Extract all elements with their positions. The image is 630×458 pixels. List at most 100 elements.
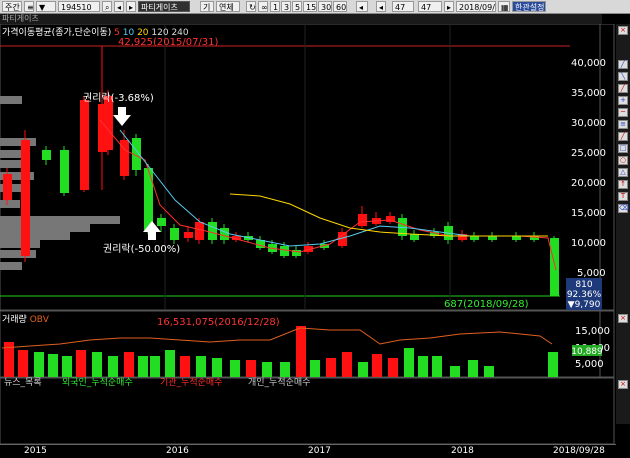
chart-window: 주간 ≡ ▼ 194510 ⌕ ◂ ▸ 파티게이츠 기 연체 ↻ ∞ 1 3 5… xyxy=(0,0,630,458)
candle-body xyxy=(104,96,113,150)
volume-bar xyxy=(450,366,460,377)
eraser-tool-icon[interactable]: ⌫ xyxy=(618,204,629,213)
view-count-field[interactable]: 47 xyxy=(418,1,442,12)
rights-annotation-1: 권리락(-3.68%) xyxy=(83,92,154,104)
price-tick: 15,000 xyxy=(571,208,606,219)
x-axis: 2015 2016 2017 2018 2018/09/28 xyxy=(0,444,616,458)
price-tick: 10,000 xyxy=(571,238,606,249)
line-tool-icon[interactable]: ╱ xyxy=(618,60,628,69)
tab-news[interactable]: 뉴스_목록 xyxy=(2,378,44,389)
candle-body xyxy=(184,232,193,238)
interval-1-button[interactable]: 1 xyxy=(270,1,280,12)
chart-type-select[interactable]: ▼ xyxy=(36,1,56,12)
pane-close-icon[interactable]: × xyxy=(618,26,628,35)
volume-bar xyxy=(108,356,118,377)
profile-bar xyxy=(0,232,70,240)
tab-individual[interactable]: 개인_누적순매수 xyxy=(246,378,312,389)
triangle-tool-icon[interactable]: △ xyxy=(618,168,628,177)
candle-body xyxy=(220,228,229,240)
volume-bar xyxy=(432,356,442,377)
x-tick: 2016 xyxy=(166,446,189,456)
continuous-button[interactable]: 연체 xyxy=(216,1,240,12)
price-tick: 25,000 xyxy=(571,148,606,159)
profile-bar xyxy=(0,262,22,270)
price-pane: 42,925(2015/07/31) 권리락(-3.68%) 권리락(-50.0… xyxy=(0,24,615,311)
volume-bar xyxy=(418,356,428,377)
price-tick: 40,000 xyxy=(571,58,606,69)
tab-institution[interactable]: 기관_누적순매수 xyxy=(158,378,224,389)
low-label: 687(2018/09/28) xyxy=(444,299,529,310)
price-pane-title: 가격이동평균(종가,단순이동) 5 10 20 120 240 xyxy=(2,25,189,38)
volume-pane: 16,531,075(2016/12/28) 15,000 10,000 5,0… xyxy=(0,310,615,378)
profile-bar xyxy=(0,96,22,104)
x-tick: 2015 xyxy=(24,446,47,456)
interval-60-button[interactable]: 60 xyxy=(333,1,347,12)
obv-legend: OBV xyxy=(29,315,49,325)
candle-body xyxy=(550,238,559,296)
search-icon[interactable]: ⌕ xyxy=(102,1,112,12)
volume-bar xyxy=(342,352,352,377)
volume-bar xyxy=(212,358,222,377)
ma20-legend: 20 xyxy=(137,28,149,38)
link-icon[interactable]: ∞ xyxy=(258,1,268,12)
prev-icon[interactable]: ◂ xyxy=(114,1,124,12)
hline-tool-icon[interactable]: ─ xyxy=(618,108,628,117)
x-tick: 2018 xyxy=(451,446,474,456)
rect-tool-icon[interactable]: □ xyxy=(618,144,628,153)
stock-code-input[interactable]: 194510 xyxy=(58,1,100,12)
period-select[interactable]: 주간 xyxy=(2,1,22,12)
ma10-legend: 10 xyxy=(122,28,135,38)
cross-tool-icon[interactable]: + xyxy=(618,96,628,105)
ma5-legend: 5 xyxy=(114,28,120,38)
candle-body xyxy=(470,236,479,240)
scroll-right-icon[interactable]: ▸ xyxy=(444,1,454,12)
channel-tool-icon[interactable]: ╱ xyxy=(618,132,628,141)
text-tool-icon[interactable]: T xyxy=(618,192,628,201)
volume-bar xyxy=(246,360,256,377)
drawing-toolbar: × ╱ ╲ ╱ + ─ ≡ ╱ □ ○ △ ↑ T ⌫ × × xyxy=(616,24,630,424)
volume-bar xyxy=(76,350,86,377)
profile-bar xyxy=(0,250,36,258)
high-label: 42,925(2015/07/31) xyxy=(118,37,219,48)
next-icon[interactable]: ▸ xyxy=(126,1,136,12)
detail-button[interactable]: 기 xyxy=(200,1,214,12)
arrow-tool-icon[interactable]: ↑ xyxy=(618,180,628,189)
volume-bar xyxy=(388,358,398,377)
interval-30-button[interactable]: 30 xyxy=(318,1,332,12)
zoom-out-icon[interactable]: ◂ xyxy=(356,1,368,12)
fib-tool-icon[interactable]: ≡ xyxy=(618,120,628,129)
trend-tool-icon[interactable]: ╲ xyxy=(618,72,628,81)
candle-body xyxy=(280,246,289,256)
calendar-icon[interactable]: ▦ xyxy=(498,1,510,12)
refresh-icon[interactable]: ↻ xyxy=(246,1,256,12)
menu-icon[interactable]: ≡ xyxy=(24,1,34,12)
bar-count-field[interactable]: 47 xyxy=(392,1,414,12)
volume-bar xyxy=(18,350,28,377)
interval-15-button[interactable]: 15 xyxy=(303,1,317,12)
settings-button[interactable]: 한관설정 xyxy=(512,1,546,12)
profile-bar xyxy=(0,224,90,232)
volume-bar xyxy=(150,356,160,377)
ray-tool-icon[interactable]: ╱ xyxy=(618,84,628,93)
x-tick: 2017 xyxy=(308,446,331,456)
volume-bar xyxy=(196,356,206,377)
candle-body xyxy=(208,222,217,240)
pane-close-icon-2[interactable]: × xyxy=(618,314,628,323)
circle-tool-icon[interactable]: ○ xyxy=(618,156,628,165)
volume-bar xyxy=(230,360,240,377)
volume-bar xyxy=(548,352,558,377)
candle-body xyxy=(3,174,12,200)
pane-close-icon-3[interactable]: × xyxy=(618,380,628,389)
volume-bar xyxy=(124,352,134,377)
interval-5-button[interactable]: 5 xyxy=(292,1,302,12)
scroll-left-icon[interactable]: ◂ xyxy=(376,1,386,12)
interval-3-button[interactable]: 3 xyxy=(281,1,291,12)
volume-pane-title: 거래량 OBV xyxy=(2,312,49,325)
candle-body xyxy=(157,218,166,226)
volume-bar xyxy=(468,360,478,377)
price-tick: 5,000 xyxy=(577,268,606,279)
date-field[interactable]: 2018/09/28 xyxy=(456,1,496,12)
volume-bar xyxy=(34,352,44,377)
tab-foreign[interactable]: 외국인_누적순매수 xyxy=(60,378,135,389)
volume-bar xyxy=(372,354,382,377)
